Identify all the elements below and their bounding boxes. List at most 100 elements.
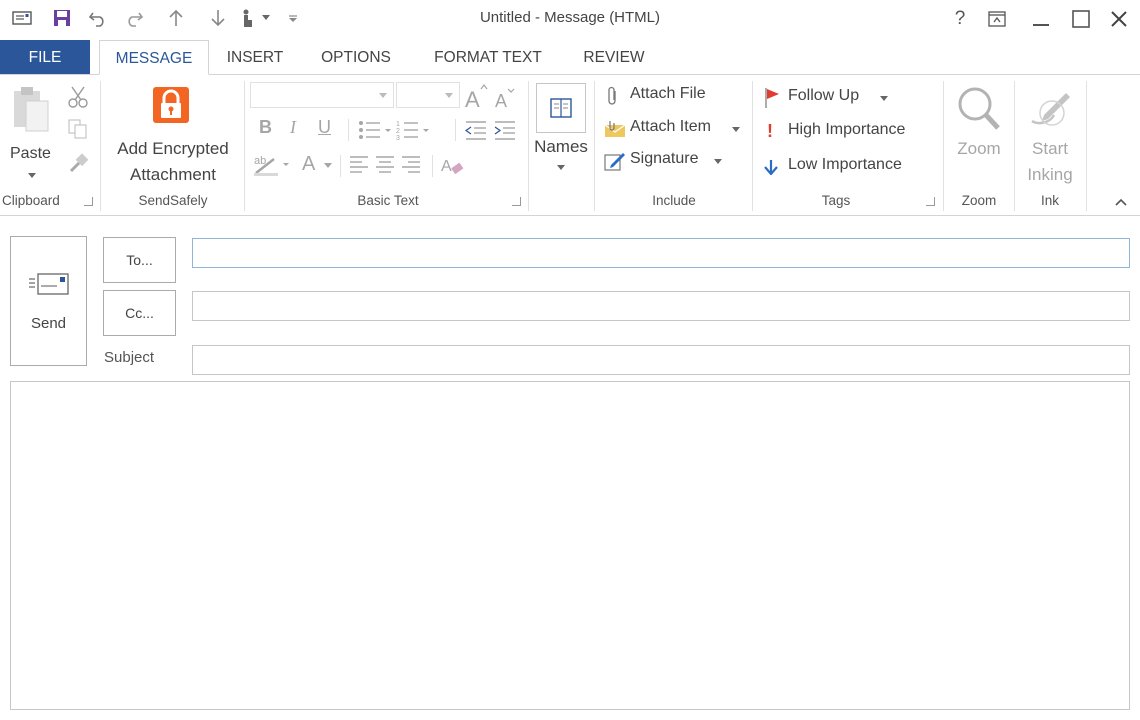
message-body-editor[interactable] (10, 381, 1130, 710)
ink-group-label: Ink (1040, 193, 1059, 208)
numbering-icon[interactable]: 123 (396, 119, 434, 141)
group-separator (1014, 81, 1015, 211)
ribbon-display-options-button[interactable] (980, 4, 1014, 34)
cc-field[interactable] (192, 291, 1130, 321)
shrink-font-icon[interactable]: A (494, 87, 516, 109)
group-separator (244, 81, 245, 211)
names-label: Names (534, 137, 588, 156)
clipboard-group-label: Clipboard (2, 193, 60, 208)
follow-up-dropdown-icon (880, 96, 888, 101)
bullets-icon[interactable] (358, 119, 394, 141)
align-right-icon[interactable] (400, 155, 422, 175)
group-separator (1086, 81, 1087, 211)
increase-indent-icon[interactable] (493, 119, 517, 141)
help-button[interactable]: ? (948, 4, 972, 34)
group-separator (594, 81, 595, 211)
title-bar: Untitled - Message (HTML) ? (0, 0, 1140, 38)
tab-format-text[interactable]: FORMAT TEXT (416, 40, 560, 75)
sendsafely-group-label: SendSafely (138, 193, 208, 208)
divider (340, 155, 341, 177)
tab-insert[interactable]: INSERT (214, 40, 296, 75)
attach-item-button[interactable]: Attach Item (604, 118, 748, 142)
clear-formatting-icon[interactable]: A (440, 155, 466, 177)
group-separator (528, 81, 529, 211)
zoom-group-label: Zoom (961, 193, 997, 208)
minimize-button[interactable] (1024, 4, 1058, 34)
start-inking-button[interactable]: Start Inking (1018, 83, 1082, 187)
subject-label: Subject (104, 349, 155, 366)
signature-icon (604, 153, 625, 171)
add-encrypted-attachment-button[interactable]: Add Encrypted Attachment (108, 83, 238, 187)
divider (455, 119, 456, 141)
divider (348, 119, 349, 141)
cut-icon[interactable] (66, 85, 90, 109)
high-importance-label: High Importance (788, 121, 906, 138)
inking-label: Inking (1027, 165, 1073, 184)
address-book-button[interactable]: Names (532, 81, 590, 191)
font-color-dropdown-icon[interactable] (324, 163, 332, 169)
attach-item-icon (604, 121, 626, 137)
attach-file-button[interactable]: Attach File (604, 85, 744, 109)
tab-file[interactable]: FILE (0, 40, 90, 75)
italic-button[interactable]: I (290, 117, 296, 138)
low-importance-label: Low Importance (788, 156, 902, 173)
tags-launcher-icon[interactable] (926, 197, 935, 206)
signature-label: Signature (630, 150, 699, 167)
to-button[interactable]: To... (103, 237, 176, 283)
align-left-icon[interactable] (348, 155, 370, 175)
decrease-indent-icon[interactable] (464, 119, 488, 141)
group-separator (943, 81, 944, 211)
basic-text-launcher-icon[interactable] (512, 197, 521, 206)
maximize-button[interactable] (1064, 4, 1098, 34)
tab-review[interactable]: REVIEW (568, 40, 660, 75)
align-center-icon[interactable] (374, 155, 396, 175)
format-painter-icon[interactable] (67, 151, 91, 175)
ribbon-tabs: FILE MESSAGE INSERT OPTIONS FORMAT TEXT … (0, 40, 1140, 75)
font-name-combo[interactable] (250, 82, 394, 108)
attach-item-label: Attach Item (630, 118, 711, 135)
send-button[interactable]: Send (10, 236, 87, 366)
divider (432, 155, 433, 177)
paste-button[interactable]: Paste (10, 83, 62, 187)
add-encrypted-label: Add Encrypted (117, 139, 229, 158)
svg-text:A: A (495, 91, 507, 109)
padlock-icon (153, 87, 189, 123)
cc-button[interactable]: Cc... (103, 290, 176, 336)
underline-button[interactable]: U (318, 117, 331, 138)
follow-up-label: Follow Up (788, 87, 860, 104)
signature-dropdown-icon (714, 159, 722, 164)
signature-button[interactable]: Signature (604, 150, 734, 174)
bold-button[interactable]: B (259, 117, 272, 138)
ribbon: Paste Clipboard Add Encrypted Attachment… (0, 75, 1140, 216)
subject-field[interactable] (192, 345, 1130, 375)
tab-options[interactable]: OPTIONS (304, 40, 408, 75)
collapse-ribbon-icon[interactable] (1114, 197, 1128, 207)
start-label: Start (1032, 139, 1068, 158)
send-envelope-icon (28, 272, 69, 295)
pen-icon (1031, 93, 1070, 126)
clipboard-launcher-icon[interactable] (84, 197, 93, 206)
copy-icon[interactable] (67, 118, 89, 140)
svg-text:1: 1 (396, 121, 400, 128)
zoom-label: Zoom (957, 139, 1001, 158)
font-color-button[interactable]: A (302, 153, 315, 176)
font-size-combo[interactable] (396, 82, 460, 108)
tags-group-label: Tags (821, 193, 851, 208)
address-book-icon (550, 98, 572, 118)
to-field[interactable] (192, 238, 1130, 268)
close-button[interactable] (1102, 4, 1136, 34)
magnifier-icon (958, 87, 1000, 130)
low-importance-button[interactable]: Low Importance (762, 156, 940, 180)
tab-message[interactable]: MESSAGE (99, 40, 209, 75)
svg-text:2: 2 (396, 128, 400, 135)
attachment-label: Attachment (130, 165, 216, 184)
arrow-down-icon (764, 160, 778, 175)
font-dropdown-icon (379, 93, 387, 98)
paperclip-icon (608, 86, 616, 105)
grow-font-icon[interactable]: A (464, 83, 488, 109)
zoom-button[interactable]: Zoom (946, 83, 1012, 187)
follow-up-button[interactable]: Follow Up (762, 87, 892, 111)
text-highlight-icon[interactable]: ab (252, 153, 292, 177)
high-importance-button[interactable]: ! High Importance (762, 121, 940, 145)
paste-label: Paste (10, 145, 51, 162)
